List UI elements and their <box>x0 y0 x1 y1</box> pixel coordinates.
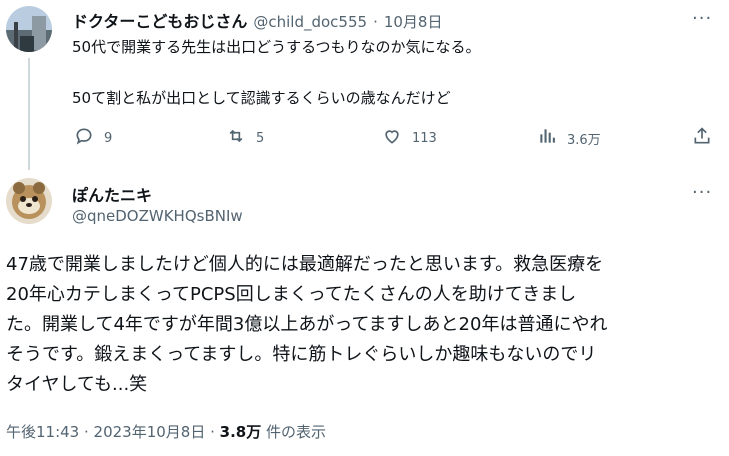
like-icon <box>382 126 402 150</box>
tweet2-line: 20年心カテしまくってPCPS回しまくってたくさんの人を助けてきまし <box>6 284 577 305</box>
like-count: 113 <box>412 130 437 146</box>
views-button[interactable]: 3.6万 <box>537 126 601 150</box>
tweet2-line: タイヤしても...笑 <box>6 374 148 395</box>
reply-button[interactable]: 9 <box>74 126 112 150</box>
reply-count: 9 <box>104 130 113 146</box>
tweet1-line2: 50て割と私が出口として認識するくらいの歳なんだけど <box>72 89 451 107</box>
share-icon[interactable] <box>692 126 712 146</box>
views-label: 件の表示 <box>266 423 327 441</box>
views-count-bold: 3.8万 <box>219 423 262 441</box>
author-name[interactable]: ドクターこどもおじさん <box>72 8 247 32</box>
tweet-date[interactable]: 10月8日 <box>384 11 443 32</box>
tweet2-line: 47歳で開業しましたけど個人的には最適解だったと思います。救急医療を <box>6 254 604 275</box>
thread-line <box>28 58 30 170</box>
retweet-button[interactable]: 5 <box>226 126 264 150</box>
retweet-count: 5 <box>256 130 265 146</box>
tweet-timestamp[interactable]: 午後11:43 · 2023年10月8日 · <box>6 423 215 441</box>
reply-icon <box>74 126 94 150</box>
like-button[interactable]: 113 <box>382 126 437 150</box>
author-handle[interactable]: @qneDOZWKHQsBNIw <box>72 207 243 225</box>
views-icon <box>537 126 557 150</box>
tweet2-line: た。開業して4年ですが年間3億以上あがってますしあと20年は普通にやれ <box>6 314 608 335</box>
tweet1-line1: 50代で開業する先生は出口どうするつもりなのか気になる。 <box>72 38 481 56</box>
views-count: 3.6万 <box>567 132 601 148</box>
author-handle[interactable]: @child_doc555 <box>253 13 367 31</box>
tweet1-header: ドクターこどもおじさん @child_doc555 · 10月8日 <box>72 8 442 32</box>
avatar-pontaniki[interactable] <box>6 178 52 224</box>
separator: · <box>373 13 378 31</box>
tweet2-body: 47歳で開業しましたけど個人的には最適解だったと思います。救急医療を 20年心カ… <box>6 250 721 400</box>
tweet2-line: そうです。鍛えまくってますし。特に筋トレぐらいしか趣味もないのでリ <box>6 344 597 365</box>
author-name[interactable]: ぽんたニキ <box>72 182 152 206</box>
retweet-icon <box>226 126 246 150</box>
more-icon[interactable]: ··· <box>692 8 712 29</box>
tweet-meta: 午後11:43 · 2023年10月8日 · 3.8万 件の表示 <box>6 421 326 442</box>
avatar-doctor[interactable] <box>6 6 52 52</box>
more-icon[interactable]: ··· <box>692 182 712 203</box>
